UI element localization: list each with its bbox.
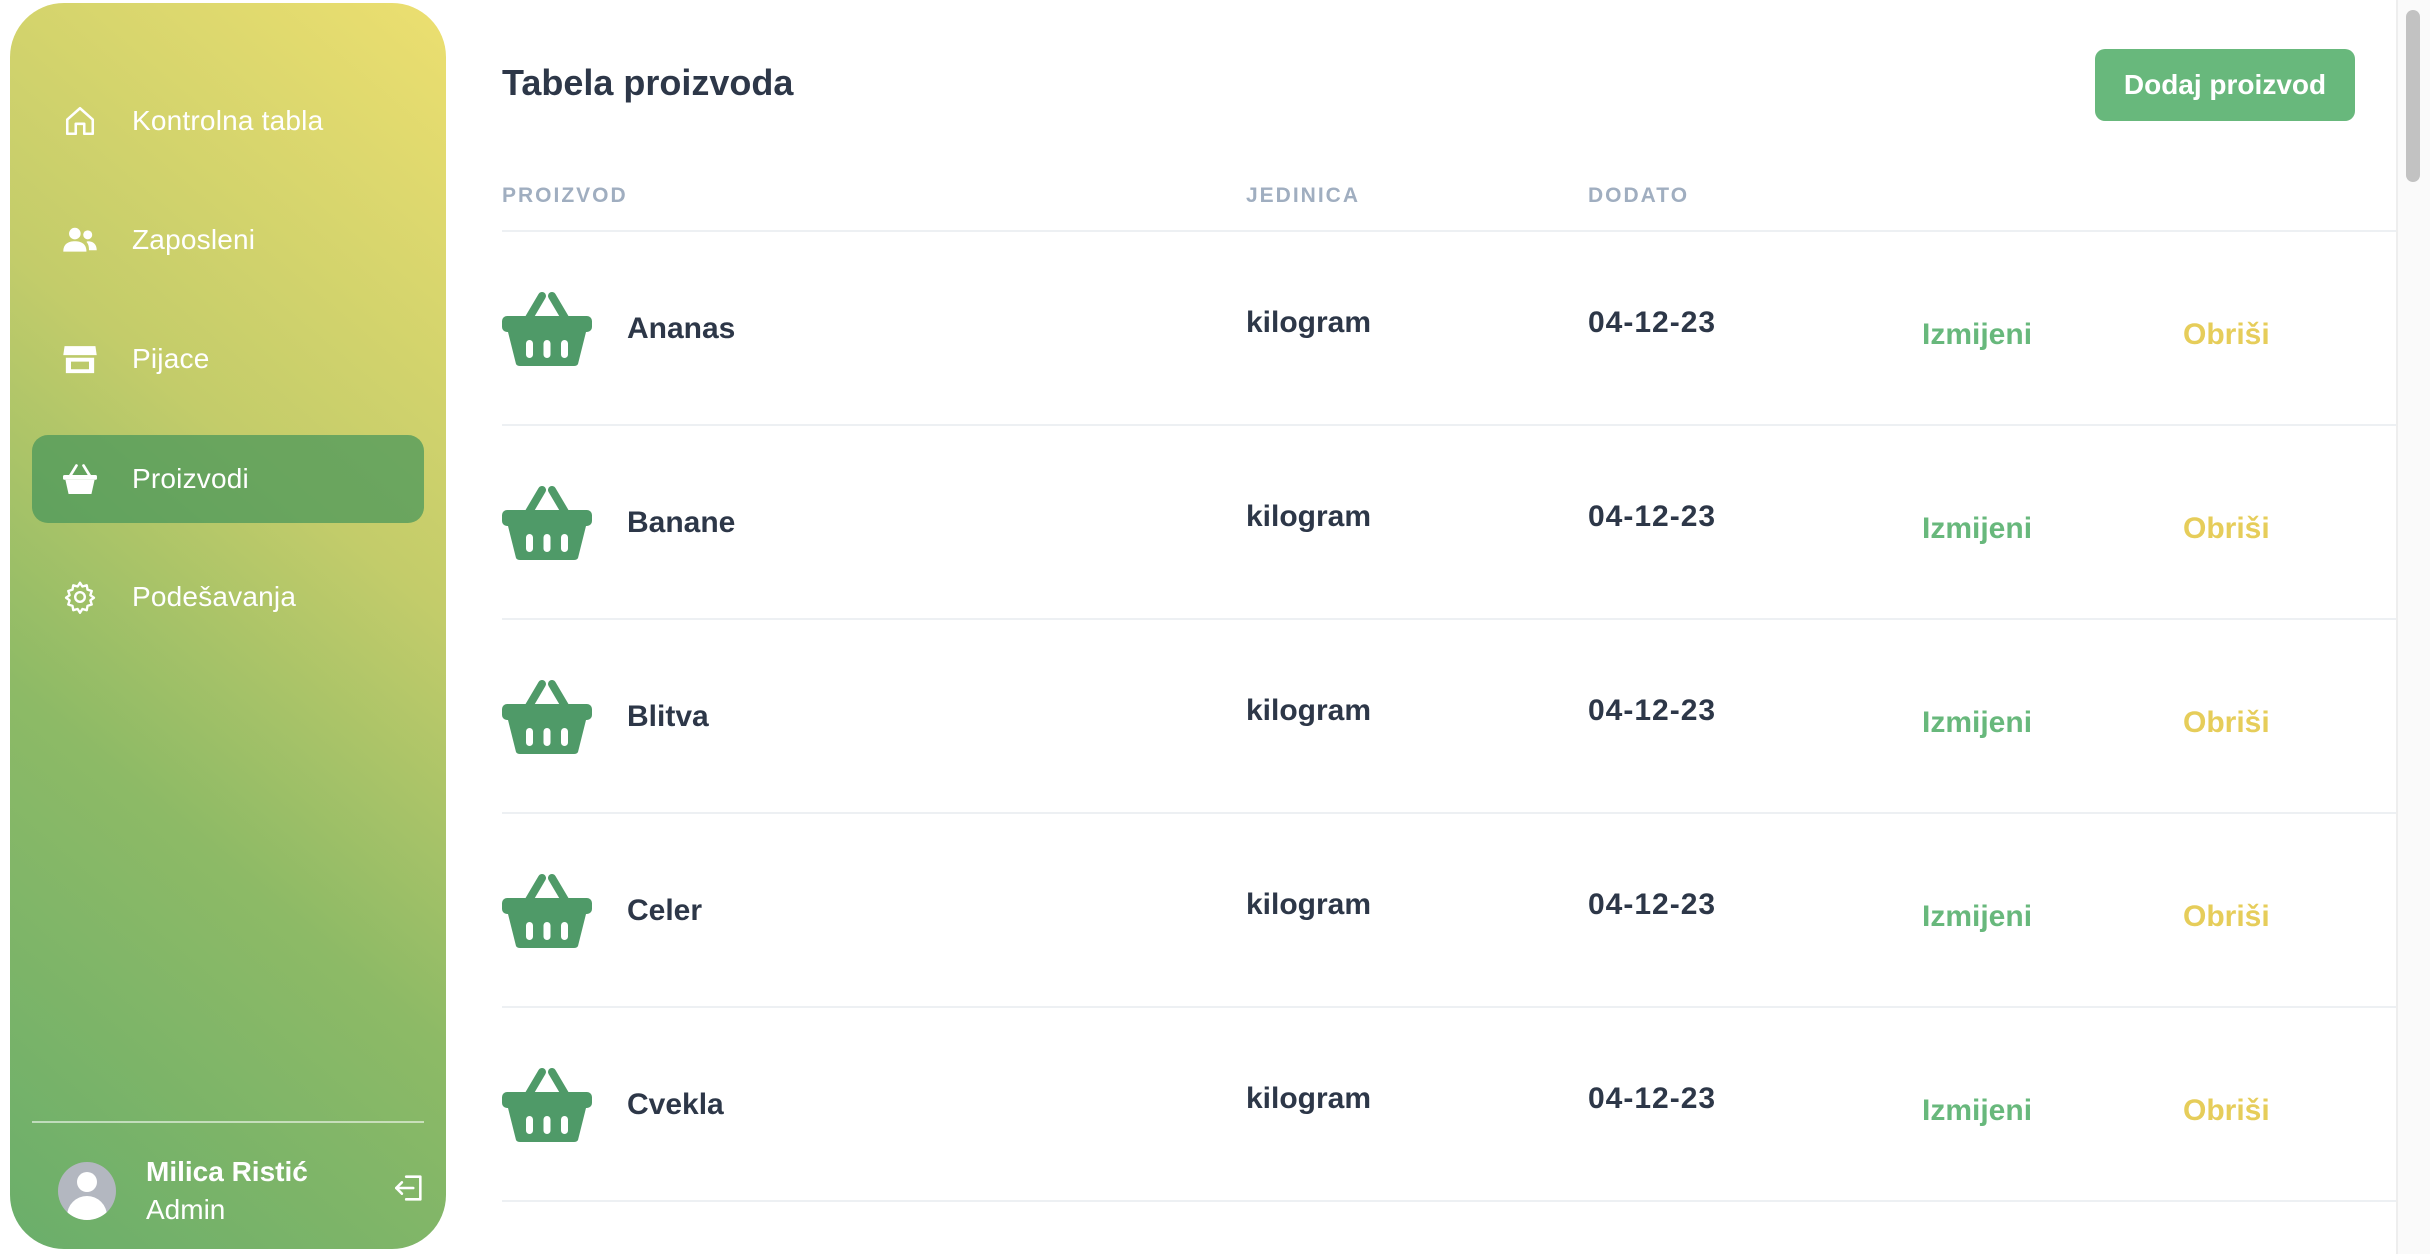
sidebar: Kontrolna tabla Zaposleni Pijace Proizvo…: [10, 3, 446, 1249]
sidebar-item-podesavanja[interactable]: Podešavanja: [32, 553, 424, 641]
product-name: Blitva: [627, 700, 709, 733]
table-row: Blitva kilogram 04-12-23 Izmijeni Obriši: [502, 620, 2396, 814]
delete-link[interactable]: Obriši: [2183, 512, 2270, 546]
product-date: 04-12-23: [1588, 500, 1717, 533]
product-date: 04-12-23: [1588, 306, 1717, 339]
table-row: Ananas kilogram 04-12-23 Izmijeni Obriši: [502, 232, 2396, 426]
user-name: Milica Ristić: [146, 1156, 308, 1187]
edit-link[interactable]: Izmijeni: [1922, 318, 2032, 352]
store-icon: [60, 339, 100, 379]
gear-icon: [60, 577, 100, 617]
table-row: Cvekla kilogram 04-12-23 Izmijeni Obriši: [502, 1008, 2396, 1202]
sidebar-item-zaposleni[interactable]: Zaposleni: [32, 196, 424, 284]
product-date: 04-12-23: [1588, 1082, 1717, 1115]
product-name: Cvekla: [627, 1088, 724, 1121]
delete-link[interactable]: Obriši: [2183, 1094, 2270, 1128]
basket-icon: [502, 1066, 592, 1142]
basket-icon: [502, 872, 592, 948]
scrollbar-thumb[interactable]: [2406, 10, 2420, 182]
sidebar-item-label: Pijace: [132, 343, 210, 374]
product-unit: kilogram: [1246, 306, 1372, 339]
product-unit: kilogram: [1246, 694, 1372, 727]
table-row: Celer kilogram 04-12-23 Izmijeni Obriši: [502, 814, 2396, 1008]
sidebar-item-pijace[interactable]: Pijace: [32, 315, 424, 403]
sidebar-item-label: Proizvodi: [132, 463, 249, 494]
edit-link[interactable]: Izmijeni: [1922, 900, 2032, 934]
basket-icon: [60, 459, 100, 499]
sidebar-item-label: Zaposleni: [132, 224, 256, 255]
column-header-proizvod: PROIZVOD: [502, 184, 628, 207]
add-product-button[interactable]: Dodaj proizvod: [2095, 49, 2355, 121]
column-header-dodato: DODATO: [1588, 184, 1690, 207]
basket-icon: [502, 678, 592, 754]
product-name: Banane: [627, 506, 736, 539]
sidebar-item-label: Kontrolna tabla: [132, 105, 324, 136]
column-header-jedinica: JEDINICA: [1246, 184, 1361, 207]
sidebar-item-proizvodi[interactable]: Proizvodi: [32, 435, 424, 523]
basket-icon: [502, 290, 592, 366]
delete-link[interactable]: Obriši: [2183, 706, 2270, 740]
basket-icon: [502, 484, 592, 560]
users-icon: [60, 220, 100, 260]
edit-link[interactable]: Izmijeni: [1922, 1094, 2032, 1128]
sidebar-item-kontrolna-tabla[interactable]: Kontrolna tabla: [32, 77, 424, 165]
edit-link[interactable]: Izmijeni: [1922, 706, 2032, 740]
scrollbar[interactable]: [2396, 0, 2430, 1254]
edit-link[interactable]: Izmijeni: [1922, 512, 2032, 546]
product-unit: kilogram: [1246, 888, 1372, 921]
product-date: 04-12-23: [1588, 888, 1717, 921]
sidebar-item-label: Podešavanja: [132, 581, 297, 612]
product-name: Celer: [627, 894, 703, 927]
table-row: Banane kilogram 04-12-23 Izmijeni Obriši: [502, 426, 2396, 620]
product-date: 04-12-23: [1588, 694, 1717, 727]
product-unit: kilogram: [1246, 1082, 1372, 1115]
user-role: Admin: [146, 1194, 226, 1225]
avatar: [58, 1162, 116, 1220]
product-unit: kilogram: [1246, 500, 1372, 533]
delete-link[interactable]: Obriši: [2183, 900, 2270, 934]
user-profile: Milica Ristić Admin: [58, 1151, 428, 1231]
product-name: Ananas: [627, 312, 736, 345]
delete-link[interactable]: Obriši: [2183, 318, 2270, 352]
page-title: Tabela proizvoda: [502, 62, 794, 103]
sidebar-divider: [32, 1121, 424, 1123]
home-icon: [60, 101, 100, 141]
logout-icon[interactable]: [392, 1171, 432, 1211]
